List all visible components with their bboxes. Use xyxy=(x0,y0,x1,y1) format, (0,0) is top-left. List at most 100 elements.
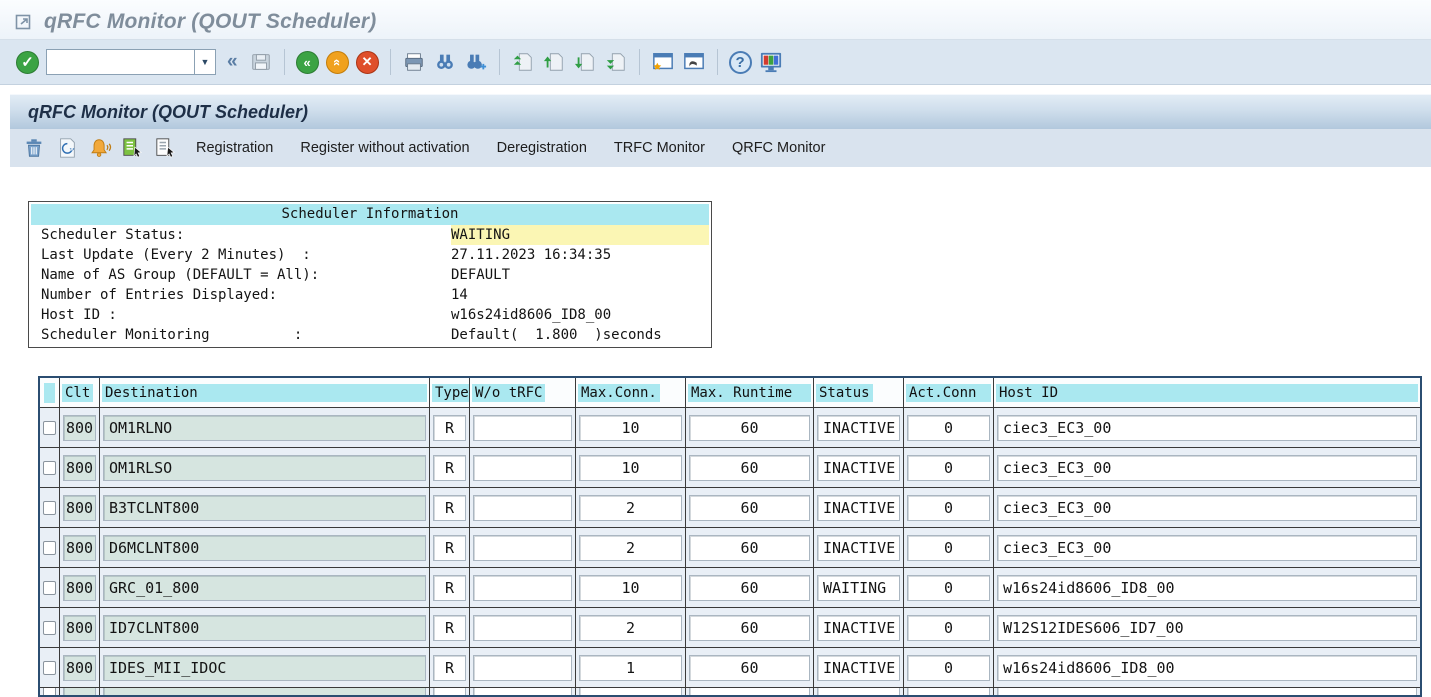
cell-selection xyxy=(40,528,60,567)
cell-act-conn: 0 xyxy=(904,488,994,527)
cancel-icon[interactable]: ✕ xyxy=(356,51,379,74)
cell-max-runtime: 60 xyxy=(686,408,814,447)
cell-destination: ID7CLNT800 xyxy=(100,608,430,647)
cell-destination: IDES_MII_IDOC xyxy=(100,648,430,687)
cell-status: WAITING xyxy=(814,568,904,607)
new-session-icon[interactable] xyxy=(651,50,675,74)
cell-wo-trfc xyxy=(470,608,576,647)
row-checkbox[interactable] xyxy=(43,421,56,435)
cell-status: INACTIVE xyxy=(814,648,904,687)
header-act-conn: Act.Conn xyxy=(904,378,994,407)
last-page-icon[interactable] xyxy=(604,50,628,74)
customize-layout-icon[interactable] xyxy=(759,50,783,74)
cell-max-conn xyxy=(576,688,686,695)
row-checkbox[interactable] xyxy=(43,661,56,675)
refresh-icon[interactable] xyxy=(55,136,79,160)
delete-icon[interactable] xyxy=(22,136,46,160)
cell-type xyxy=(430,688,470,695)
cell-max-runtime: 60 xyxy=(686,488,814,527)
back-icon[interactable]: « xyxy=(296,51,319,74)
collapse-toolbar-icon[interactable]: « xyxy=(223,51,242,73)
cell-host-id: ciec3_EC3_00 xyxy=(994,448,1420,487)
cell-clt: 800 xyxy=(60,648,100,687)
application-toolbar: Registration Register without activation… xyxy=(10,129,1431,167)
select-all-marker[interactable] xyxy=(44,383,55,403)
cell-max-runtime: 60 xyxy=(686,648,814,687)
toolbar-separator xyxy=(717,49,718,75)
deregistration-button[interactable]: Deregistration xyxy=(488,136,596,160)
header-max-runtime: Max. Runtime xyxy=(686,378,814,407)
details-without-selection-icon[interactable] xyxy=(154,136,178,160)
cell-wo-trfc xyxy=(470,688,576,695)
content-area: Scheduler Information Scheduler Status: … xyxy=(10,201,1431,697)
row-checkbox[interactable] xyxy=(43,541,56,555)
cell-max-conn: 2 xyxy=(576,528,686,567)
cell-host-id: ciec3_EC3_00 xyxy=(994,528,1420,567)
exit-icon[interactable]: « xyxy=(326,51,349,74)
cell-max-conn: 2 xyxy=(576,488,686,527)
help-icon[interactable]: ? xyxy=(729,51,752,74)
cell-wo-trfc xyxy=(470,488,576,527)
register-without-activation-button[interactable]: Register without activation xyxy=(291,136,478,160)
cell-act-conn: 0 xyxy=(904,408,994,447)
first-page-icon[interactable] xyxy=(511,50,535,74)
cell-selection xyxy=(40,488,60,527)
header-selection[interactable] xyxy=(40,378,60,407)
print-icon[interactable] xyxy=(402,50,426,74)
details-with-selection-icon[interactable] xyxy=(121,136,145,160)
cell-max-conn: 10 xyxy=(576,448,686,487)
cell-clt: 800 xyxy=(60,608,100,647)
cell-act-conn: 0 xyxy=(904,448,994,487)
shortcut-icon[interactable] xyxy=(682,50,706,74)
page-up-icon[interactable] xyxy=(542,50,566,74)
cell-destination: GRC_01_800 xyxy=(100,568,430,607)
header-destination: Destination xyxy=(100,378,430,407)
cell-type: R xyxy=(430,608,470,647)
row-checkbox[interactable] xyxy=(43,581,56,595)
cell-type: R xyxy=(430,488,470,527)
header-type: Type xyxy=(430,378,470,407)
cell-max-runtime: 60 xyxy=(686,528,814,567)
cell-max-conn: 10 xyxy=(576,408,686,447)
registration-button[interactable]: Registration xyxy=(187,136,282,160)
header-status: Status xyxy=(814,378,904,407)
row-checkbox[interactable] xyxy=(43,501,56,515)
table-row: 800 GRC_01_800 R 10 60 WAITING 0 w16s24i… xyxy=(40,568,1420,608)
row-checkbox[interactable] xyxy=(43,688,56,695)
find-icon[interactable] xyxy=(433,50,457,74)
scheduler-info-row: Number of Entries Displayed: 14 xyxy=(31,285,709,305)
cell-status: INACTIVE xyxy=(814,408,904,447)
system-toolbar: ✓ ▼ « « « ✕ ? xyxy=(0,40,1431,85)
header-host-id: Host ID xyxy=(994,378,1420,407)
scheduler-info-row: Host ID : w16s24id8606_ID8_00 xyxy=(31,305,709,325)
table-header-row: Clt Destination Type W/o tRFC Max.Conn. … xyxy=(40,378,1420,408)
save-icon[interactable] xyxy=(249,50,273,74)
cell-max-conn: 1 xyxy=(576,648,686,687)
find-next-icon[interactable] xyxy=(464,50,488,74)
page-down-icon[interactable] xyxy=(573,50,597,74)
cell-status: INACTIVE xyxy=(814,488,904,527)
cell-selection xyxy=(40,608,60,647)
scheduler-info-row: Name of AS Group (DEFAULT = All): DEFAUL… xyxy=(31,265,709,285)
table-row: 800 IDES_MII_IDOC R 1 60 INACTIVE 0 w16s… xyxy=(40,648,1420,688)
enter-icon[interactable]: ✓ xyxy=(16,51,39,74)
cell-type: R xyxy=(430,448,470,487)
qrfc-monitor-button[interactable]: QRFC Monitor xyxy=(723,136,834,160)
cell-status: INACTIVE xyxy=(814,608,904,647)
row-checkbox[interactable] xyxy=(43,461,56,475)
cell-destination: OM1RLSO xyxy=(100,448,430,487)
table-row: 800 ID7CLNT800 R 2 60 INACTIVE 0 W12S12I… xyxy=(40,608,1420,648)
trfc-monitor-button[interactable]: TRFC Monitor xyxy=(605,136,714,160)
alarm-icon[interactable] xyxy=(88,136,112,160)
cell-destination: OM1RLNO xyxy=(100,408,430,447)
cell-act-conn: 0 xyxy=(904,528,994,567)
row-checkbox[interactable] xyxy=(43,621,56,635)
command-dropdown-icon[interactable]: ▼ xyxy=(194,49,216,75)
cell-clt: 800 xyxy=(60,408,100,447)
destinations-table: Clt Destination Type W/o tRFC Max.Conn. … xyxy=(38,376,1422,697)
toolbar-separator xyxy=(499,49,500,75)
cell-max-conn: 10 xyxy=(576,568,686,607)
cell-act-conn: 0 xyxy=(904,608,994,647)
command-input[interactable] xyxy=(46,49,194,75)
cell-type: R xyxy=(430,408,470,447)
